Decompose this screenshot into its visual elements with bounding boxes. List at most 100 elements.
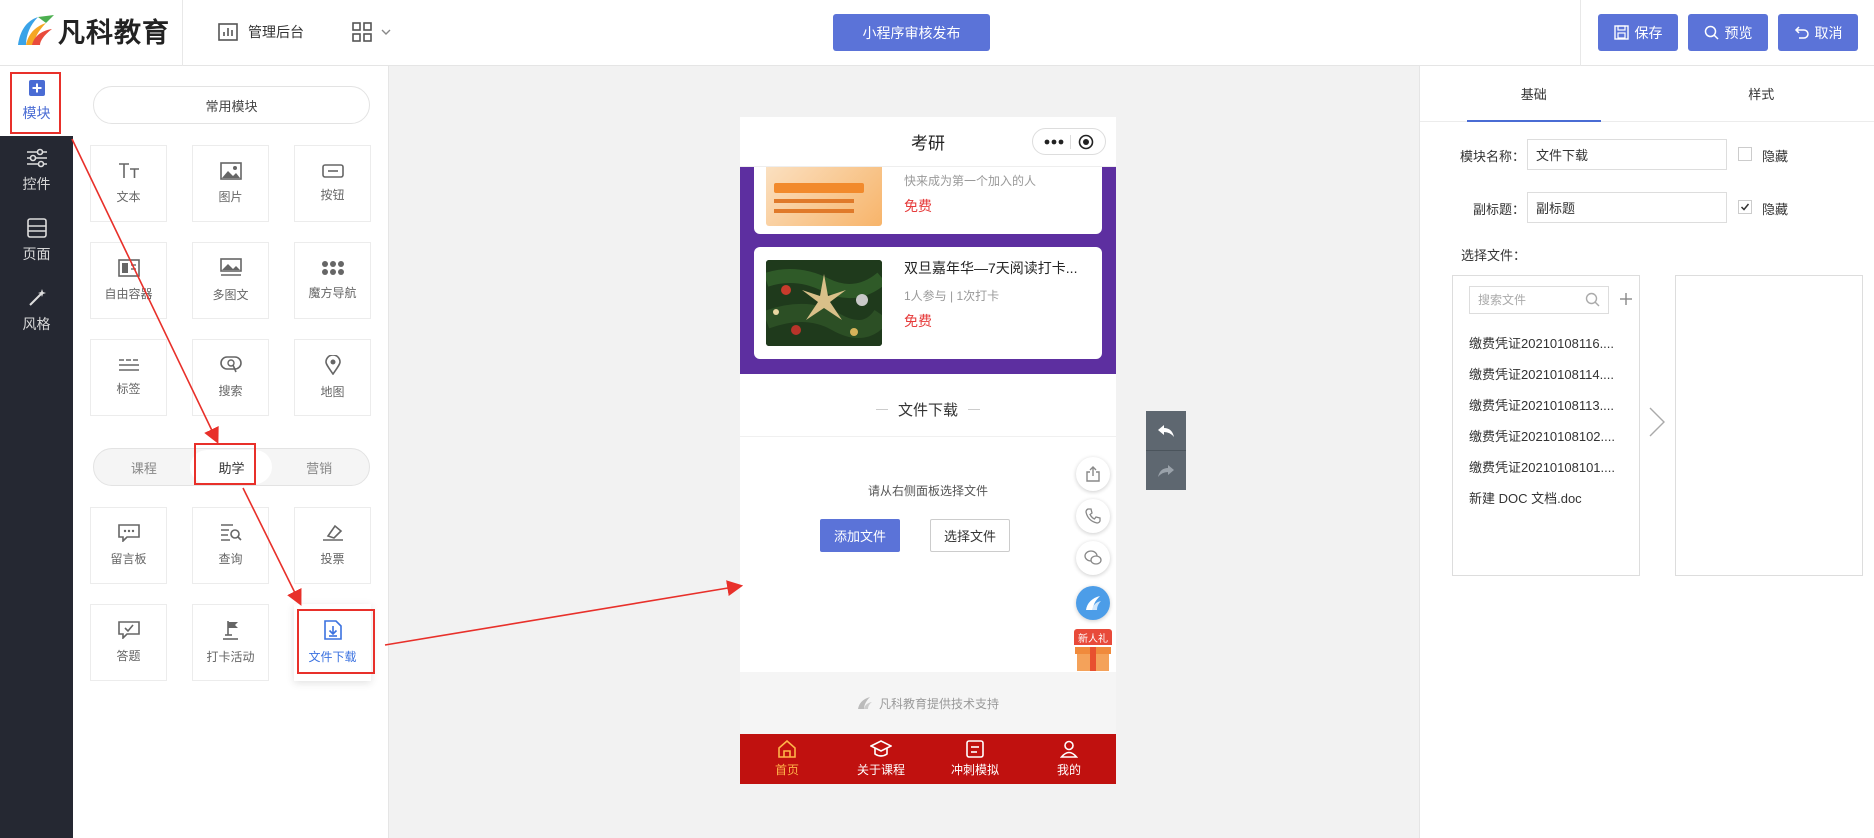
file-list-item[interactable]: 新建 DOC 文档.doc [1469,488,1629,507]
file-list-item[interactable]: 缴费凭证20210108114.... [1469,364,1629,383]
module-tile-cube-nav[interactable]: 魔方导航 [294,242,371,319]
module-tile-multi-image-text[interactable]: 多图文 [192,242,269,319]
module-tile-message-board[interactable]: 留言板 [90,507,167,584]
module-tile-map[interactable]: 地图 [294,339,371,416]
undo-button[interactable] [1146,411,1186,450]
publish-review-button[interactable]: 小程序审核发布 [833,14,990,51]
module-tile-label: 搜索 [218,384,243,398]
save-button[interactable]: 保存 [1598,14,1678,51]
top-header: 凡科教育 管理后台 小程序审核发布 保存 预览 取消 [0,0,1874,66]
admin-link[interactable]: 管理后台 [218,20,304,44]
course-price: 免费 [904,313,932,329]
nav-item-page[interactable]: 页面 [0,206,73,276]
query-icon [220,524,242,541]
tab-marketing[interactable]: 营销 [278,450,360,484]
magic-wand-icon [28,289,46,306]
file-list-item[interactable]: 缴费凭证20210108113.... [1469,395,1629,414]
left-nav: 模块 控件 页面 风格 [0,66,73,838]
apps-menu[interactable] [352,20,392,44]
nav-item-label: 控件 [22,176,51,192]
preview-button-label: 预览 [1724,24,1753,41]
mini-program-capsule[interactable] [1032,128,1106,155]
phone-preview: 快来成为第一个加入的人 免费 双旦嘉年华—7天阅读打卡... 1人参与 | 1次… [740,117,1116,784]
home-icon [778,740,796,758]
tag-lines-icon [118,359,139,371]
module-tile-query[interactable]: 查询 [192,507,269,584]
file-download-icon [323,620,342,640]
module-name-input[interactable] [1527,139,1727,170]
tech-support-footer: 凡科教育提供技术支持 [740,672,1116,734]
nav-item-control[interactable]: 控件 [0,136,73,206]
hide-label: 隐藏 [1762,202,1789,217]
module-tile-label: 自由容器 [104,287,153,301]
module-tile-label: 答题 [116,649,141,663]
hide-label: 隐藏 [1762,149,1789,164]
phone-tab-mine[interactable]: 我的 [1022,734,1116,784]
chevron-right-icon[interactable] [1648,406,1666,438]
tab-course[interactable]: 课程 [103,450,185,484]
file-list-item[interactable]: 缴费凭证20210108102.... [1469,426,1629,445]
choose-file-button[interactable]: 选择文件 [930,519,1010,552]
module-tile-vote[interactable]: 投票 [294,507,371,584]
module-tile-label: 文件下载 [308,650,357,664]
phone-tab-label: 关于课程 [856,763,905,777]
add-file-button[interactable]: 添加文件 [820,519,900,552]
tab-style[interactable]: 样式 [1648,66,1874,121]
file-list-item[interactable]: 缴费凭证20210108101.... [1469,457,1629,476]
plus-icon[interactable] [1619,292,1633,306]
share-float-button[interactable] [1076,457,1110,491]
module-name-label: 模块名称： [1459,149,1525,164]
undo-arrow-icon [1794,26,1809,39]
module-tile-button[interactable]: 按钮 [294,145,371,222]
module-tile-label: 留言板 [110,552,147,566]
search-icon[interactable] [1585,292,1600,307]
nav-item-style[interactable]: 风格 [0,276,73,346]
map-pin-icon [324,355,341,375]
module-tile-label: 图片 [218,190,243,204]
cancel-button[interactable]: 取消 [1778,14,1858,51]
file-list-item[interactable]: 缴费凭证20210108116.... [1469,333,1629,352]
preview-button[interactable]: 预览 [1688,14,1768,51]
redo-button[interactable] [1146,451,1186,490]
new-user-gift-button[interactable]: 新人礼 [1074,629,1112,671]
phone-tab-about-course[interactable]: 关于课程 [834,734,928,784]
common-modules-header[interactable]: 常用模块 [93,86,370,124]
file-selected-list [1675,275,1863,576]
module-tile-tag[interactable]: 标签 [90,339,167,416]
nav-item-module[interactable]: 模块 [0,66,73,136]
gift-label: 新人礼 [1074,629,1112,645]
more-dots-icon[interactable] [1044,139,1064,145]
hide-subtitle-checkbox[interactable] [1738,200,1752,214]
chevron-down-icon [381,29,391,35]
brand-name: 凡科教育 [58,17,170,48]
brand-mark-icon [18,15,54,45]
module-tile-free-container[interactable]: 自由容器 [90,242,167,319]
brand-float-button[interactable] [1076,586,1110,620]
file-source-list: 缴费凭证20210108116.... 缴费凭证20210108114.... … [1452,275,1640,576]
module-tile-quiz[interactable]: 答题 [90,604,167,681]
tab-study[interactable]: 助学 [190,450,273,484]
cancel-button-label: 取消 [1814,24,1843,41]
phone-tab-home[interactable]: 首页 [740,734,834,784]
module-tile-checkin[interactable]: 打卡活动 [192,604,269,681]
brand-leaf-icon [1086,596,1101,610]
module-tile-label: 地图 [320,385,345,399]
checkmark-icon [1740,203,1750,211]
bar-chart-icon [218,23,238,41]
wechat-float-button[interactable] [1076,541,1110,575]
module-tile-text[interactable]: 文本 [90,145,167,222]
module-tile-search[interactable]: 搜索 [192,339,269,416]
phone-tab-sprint-mock[interactable]: 冲刺模拟 [928,734,1022,784]
module-tile-image[interactable]: 图片 [192,145,269,222]
module-tile-file-download[interactable]: 文件下载 [294,604,371,681]
search-icon [1704,25,1719,40]
tab-basic[interactable]: 基础 [1420,66,1648,122]
phone-tab-label: 冲刺模拟 [950,763,999,777]
hide-name-checkbox[interactable] [1738,147,1752,161]
brand-logo[interactable]: 凡科教育 [16,12,170,48]
user-icon [1060,740,1078,758]
subtitle-input[interactable] [1527,192,1727,223]
course-card[interactable]: 双旦嘉年华—7天阅读打卡... 1人参与 | 1次打卡 免费 [754,247,1102,359]
phone-call-float-button[interactable] [1076,499,1110,533]
close-target-icon[interactable] [1078,134,1094,150]
